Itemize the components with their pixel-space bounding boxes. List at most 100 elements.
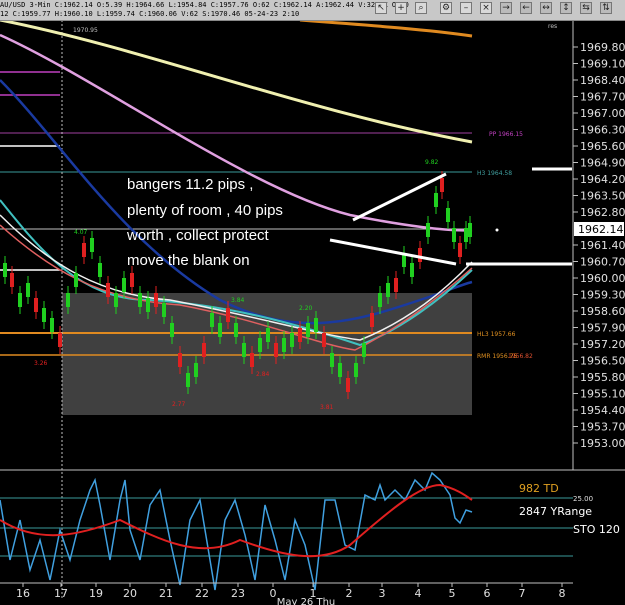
zoom-icon[interactable]: ⌕ [415, 2, 427, 14]
ma-slow-line [0, 18, 473, 144]
candle-body [418, 248, 422, 262]
time-tick-label: 8 [559, 587, 566, 600]
price-tick-label: 1955.10 [580, 388, 625, 401]
candle-body [410, 263, 414, 277]
candle-body [186, 373, 190, 387]
candle-body [178, 353, 182, 367]
candle-body [234, 323, 238, 337]
candle-body [114, 293, 118, 307]
time-tick-label: 3 [379, 587, 386, 600]
annotation-line-3: worth , collect protect [127, 227, 269, 244]
cursor-icon[interactable]: ↖ [375, 2, 387, 14]
candle-body [330, 353, 334, 367]
ma-top-line [299, 18, 473, 38]
candle-body [354, 363, 358, 377]
candle-body [386, 283, 390, 297]
minimize-icon[interactable]: – [460, 2, 472, 14]
candle-body [202, 343, 206, 357]
swing-label: 3.26 [34, 360, 48, 367]
candle-body [42, 308, 46, 322]
crosshair-icon[interactable]: + [395, 2, 407, 14]
price-tick-label: 1954.40 [580, 404, 625, 417]
arrow-icon[interactable]: ⇅ [600, 2, 612, 14]
candle-body [58, 333, 62, 347]
candle-body [440, 178, 444, 192]
candle-body [362, 343, 366, 357]
price-tick-label: 1955.80 [580, 371, 625, 384]
annotation-arrow-down [329, 238, 457, 266]
arrow-icon[interactable]: ⇆ [580, 2, 592, 14]
price-tick-label: 1962.80 [580, 206, 625, 219]
candle-body [282, 338, 286, 352]
candle-body [464, 228, 468, 242]
candle-body [250, 353, 254, 367]
price-tick-label: 1957.20 [580, 338, 625, 351]
candle-body [130, 273, 134, 287]
candle-body [3, 263, 7, 277]
price-tick-label: 1969.10 [580, 58, 625, 71]
price-tick-label: 1966.30 [580, 124, 625, 137]
price-tick-label: 1964.20 [580, 173, 625, 186]
candle-body [322, 333, 326, 347]
swing-label: 1970.95 [73, 27, 98, 34]
candle-body [426, 223, 430, 237]
candle-body [434, 193, 438, 207]
settings-icon[interactable]: ⚙ [440, 2, 452, 14]
time-tick-label: 7 [519, 587, 526, 600]
h3-level-label: H3 1964.58 [477, 170, 512, 177]
arrow-icon[interactable]: ← [520, 2, 532, 14]
candle-body [298, 328, 302, 342]
candle-body [66, 293, 70, 307]
candle-body [266, 328, 270, 342]
candle-body [170, 323, 174, 337]
date-label: May 26 Thu [277, 597, 336, 605]
candle-body [146, 298, 150, 312]
time-tick-label: 22 [195, 587, 209, 600]
ohlc-readout: AU/USD 3-Min C:1962.14 O:5.39 H:1964.66 … [0, 1, 409, 9]
time-tick-label: 23 [231, 587, 245, 600]
indicator-level-label: 25.00 [573, 495, 593, 503]
candle-body [138, 293, 142, 307]
candle-body [452, 228, 456, 242]
price-tick-label: 1963.50 [580, 190, 625, 203]
price-tick-label: 1957.90 [580, 322, 625, 335]
resolution-label: res [548, 23, 557, 30]
candle-body [122, 278, 126, 292]
price-tick-label: 1964.90 [580, 157, 625, 170]
chart-header-bar: AU/USD 3-Min C:1962.14 O:5.39 H:1964.66 … [0, 0, 625, 21]
candle-body [306, 323, 310, 337]
candle-body [314, 318, 318, 332]
candle-body [346, 378, 350, 392]
candle-body [338, 363, 342, 377]
indicator-yrange-label: 2847 YRange [519, 505, 592, 518]
candle-body [82, 243, 86, 257]
swing-label: 4.07 [74, 229, 88, 236]
close-icon[interactable]: × [480, 2, 492, 14]
time-tick-label: 17 [54, 587, 68, 600]
arrow-icon[interactable]: ↔ [540, 2, 552, 14]
time-tick-label: 4 [415, 587, 422, 600]
price-chart[interactable]: PP 1966.15H3 1964.58HL3 1957.66RMR 1956.… [0, 0, 625, 605]
candle-body [162, 303, 166, 317]
candle-body [106, 283, 110, 297]
price-tick-label: 1969.80 [580, 41, 625, 54]
annotation-line-4: move the blank on [127, 252, 250, 269]
rmr2-level-label: 1956.82 [508, 353, 533, 360]
arrow-icon[interactable]: ↕ [560, 2, 572, 14]
candle-body [26, 283, 30, 297]
swing-label: 2.84 [256, 371, 270, 378]
candle-body [194, 363, 198, 377]
time-tick-label: 20 [123, 587, 137, 600]
price-tick-label: 1962.14 [578, 223, 624, 236]
candle-body [468, 223, 472, 237]
time-tick-label: 19 [89, 587, 103, 600]
candle-body [378, 293, 382, 307]
time-tick-label: 5 [449, 587, 456, 600]
candle-body [50, 318, 54, 332]
price-tick-label: 1961.40 [580, 239, 625, 252]
arrow-icon[interactable]: → [500, 2, 512, 14]
time-tick-label: 2 [346, 587, 353, 600]
price-tick-label: 1967.00 [580, 107, 625, 120]
candle-body [218, 323, 222, 337]
hl3-level-label: HL3 1957.66 [477, 331, 516, 338]
